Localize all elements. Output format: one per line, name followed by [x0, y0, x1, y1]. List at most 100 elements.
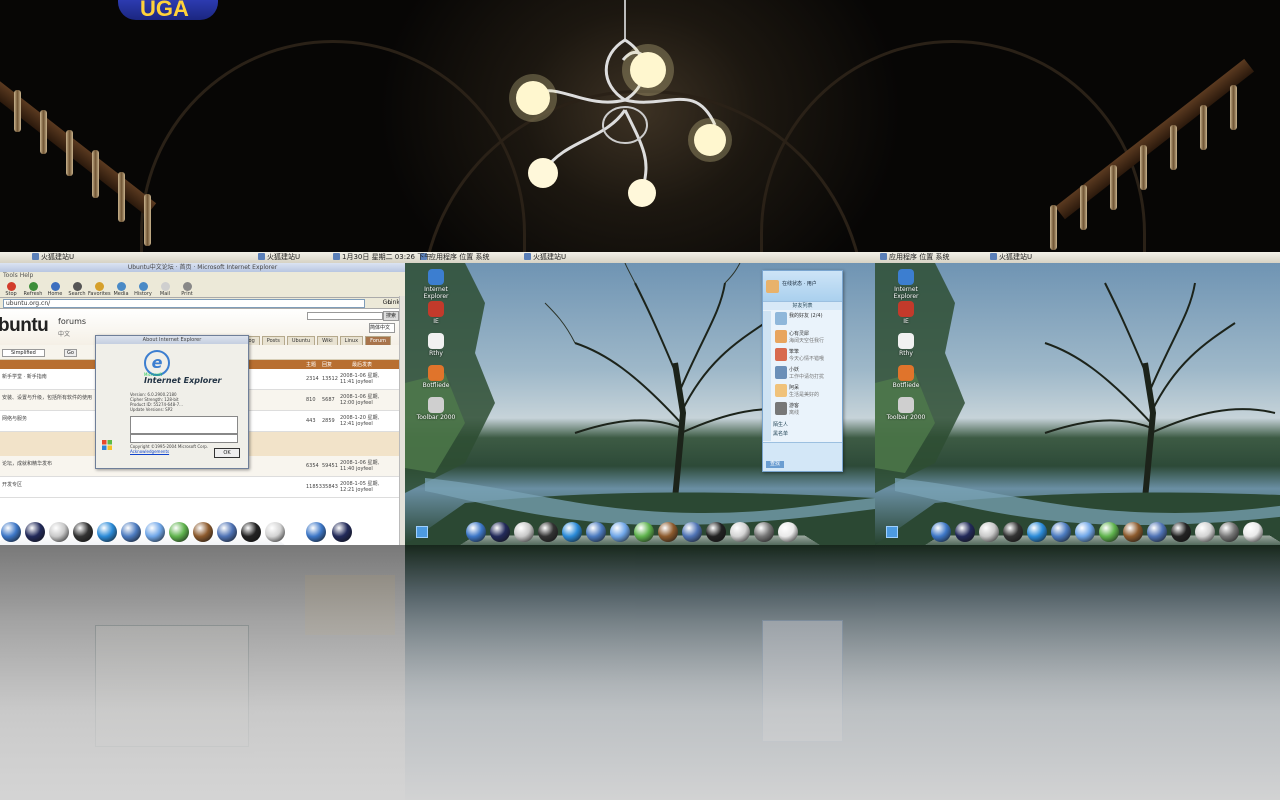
dock-app-icon[interactable]: [1123, 522, 1143, 542]
panel-task-6[interactable]: 1月30日 星期二 03:26 下午: [333, 253, 431, 262]
dock-app-icon[interactable]: [306, 522, 326, 542]
dock-app-icon[interactable]: [682, 522, 702, 542]
row-topic[interactable]: 论坛，成就和精华发布: [2, 460, 52, 467]
table-row[interactable]: 开发专区 11853 35843 2008-1-05 星期, 12:21 joyfee…: [0, 477, 405, 498]
dock-app-icon[interactable]: [979, 522, 999, 542]
toolbar-history-button[interactable]: History: [132, 282, 154, 297]
ws3-desktop-icon[interactable]: Toolbar 2000: [883, 397, 929, 421]
dock-app-icon[interactable]: [1027, 522, 1047, 542]
dock-app-icon[interactable]: [169, 522, 189, 542]
im-find-button[interactable]: 查找: [766, 461, 784, 468]
dock-app-icon[interactable]: [193, 522, 213, 542]
address-input[interactable]: ubuntu.org.cn/: [3, 299, 365, 308]
buddy-item[interactable]: 阿呆 生活是美好的: [773, 383, 839, 399]
dock-app-icon[interactable]: [562, 522, 582, 542]
toolbar-media-button[interactable]: Media: [110, 282, 132, 297]
im-tab[interactable]: 好友列表: [763, 301, 842, 310]
license-textbox-2[interactable]: [130, 434, 238, 443]
dock-app-icon[interactable]: [49, 522, 69, 542]
dock-app-icon[interactable]: [754, 522, 774, 542]
ubuntu-logo[interactable]: buntu: [0, 315, 49, 337]
group-strangers[interactable]: 陌生人: [773, 421, 788, 428]
toolbar-refresh-button[interactable]: Refresh: [22, 282, 44, 297]
panel-task-5[interactable]: 应用程序 位置 系统: [880, 253, 949, 262]
dock-app-icon[interactable]: [121, 522, 141, 542]
dock-app-icon[interactable]: [778, 522, 798, 542]
row-topic[interactable]: 网络与服务: [2, 415, 27, 422]
panel-task-0[interactable]: 火狐建站U: [32, 253, 74, 262]
buddy-item[interactable]: 游客 离线: [773, 401, 839, 417]
ws2-desktop-icon[interactable]: Botfliede: [413, 365, 459, 389]
dock-app-icon[interactable]: [265, 522, 285, 542]
buddy-item[interactable]: 小妖 工作中请勿打扰: [773, 365, 839, 381]
workspace-1[interactable]: Ubuntu中文论坛 · 首页 · Microsoft Internet Exp…: [0, 263, 405, 545]
workspace-3[interactable]: Internet Explorer IE Rthy Botfliede Toolbar …: [875, 263, 1280, 545]
acknowledgements-link[interactable]: Acknowledgements: [130, 449, 208, 454]
dock-app-icon[interactable]: [1219, 522, 1239, 542]
row-topic[interactable]: 安装、设置与升级，包括所有软件的使用: [2, 394, 92, 401]
dock-app-icon[interactable]: [538, 522, 558, 542]
ws2-desktop-icon[interactable]: Toolbar 2000: [413, 397, 459, 421]
dock-app-icon[interactable]: [1051, 522, 1071, 542]
dock-app-icon[interactable]: [490, 522, 510, 542]
dock-app-icon[interactable]: [1147, 522, 1167, 542]
dock-app-icon[interactable]: [73, 522, 93, 542]
dock-app-icon[interactable]: [514, 522, 534, 542]
toolbar-print-button[interactable]: Print: [176, 282, 198, 297]
toolbar-stop-button[interactable]: Stop: [0, 282, 22, 297]
dock-app-icon[interactable]: [145, 522, 165, 542]
ws3-desktop-icon[interactable]: Botfliede: [883, 365, 929, 389]
about-ie-dialog[interactable]: About Internet Explorer e Microsoft Inte…: [95, 335, 249, 469]
ok-button[interactable]: OK: [214, 448, 240, 458]
buddy-item[interactable]: 我的好友 (2/4): [773, 311, 839, 327]
account-name[interactable]: 在线状态 · 用户: [782, 280, 817, 287]
dock-app-icon[interactable]: [1171, 522, 1191, 542]
toolbar-home-button[interactable]: Home: [44, 282, 66, 297]
dock-app-icon[interactable]: [1003, 522, 1023, 542]
dock-app-icon[interactable]: [931, 522, 951, 542]
ws2-desktop-icon[interactable]: IE: [413, 301, 459, 325]
row-topic[interactable]: 新手学堂 · 新手指南: [2, 373, 47, 380]
dock-app-icon[interactable]: [658, 522, 678, 542]
dock-app-icon[interactable]: [730, 522, 750, 542]
toolbar-mail-button[interactable]: Mail: [154, 282, 176, 297]
toolbar-favorites-button[interactable]: Favorites: [88, 282, 111, 297]
forum-search-input[interactable]: [307, 312, 383, 320]
view-go-button[interactable]: Go: [64, 349, 77, 357]
dock-app-icon[interactable]: [1243, 522, 1263, 542]
dock-app-icon[interactable]: [586, 522, 606, 542]
browser-menu[interactable]: Tools Help: [0, 272, 405, 280]
license-textbox[interactable]: [130, 416, 238, 434]
view-select[interactable]: Simplified: [2, 349, 45, 357]
im-buddy-window[interactable]: 在线状态 · 用户 好友列表 我的好友 (2/4) 心有灵犀 海阔天空任我行 笨笨 今天…: [762, 270, 843, 472]
panel-task-1[interactable]: 火狐建站U: [258, 253, 300, 262]
dock-app-icon[interactable]: [610, 522, 630, 542]
show-desktop-button[interactable]: [886, 526, 898, 538]
dock-app-icon[interactable]: [241, 522, 261, 542]
dock-app-icon[interactable]: [97, 522, 117, 542]
buddy-item[interactable]: 心有灵犀 海阔天空任我行: [773, 329, 839, 345]
panel-task-2[interactable]: 火狐建站U: [524, 253, 566, 262]
group-blacklist[interactable]: 黑名单: [773, 430, 788, 437]
ws3-desktop-icon[interactable]: IE: [883, 301, 929, 325]
toolbar-search-button[interactable]: Search: [66, 282, 88, 297]
dock-app-icon[interactable]: [1, 522, 21, 542]
dock-app-icon[interactable]: [1075, 522, 1095, 542]
row-topic[interactable]: 开发专区: [2, 481, 22, 488]
dock-app-icon[interactable]: [25, 522, 45, 542]
dock-app-icon[interactable]: [955, 522, 975, 542]
forum-search-button[interactable]: 搜索: [383, 311, 399, 321]
buddy-item[interactable]: 笨笨 今天心情不错哦: [773, 347, 839, 363]
dock-app-icon[interactable]: [466, 522, 486, 542]
ws3-desktop-icon[interactable]: Rthy: [883, 333, 929, 357]
my-avatar[interactable]: [766, 280, 779, 293]
workspace-2[interactable]: Internet Explorer IE Rthy Botfliede Toolbar …: [405, 263, 875, 545]
show-desktop-button[interactable]: [416, 526, 428, 538]
dock-app-icon[interactable]: [332, 522, 352, 542]
dock-app-icon[interactable]: [1099, 522, 1119, 542]
ws3-desktop-icon[interactable]: Internet Explorer: [883, 269, 929, 300]
dock-app-icon[interactable]: [634, 522, 654, 542]
dock-app-icon[interactable]: [706, 522, 726, 542]
ws2-desktop-icon[interactable]: Rthy: [413, 333, 459, 357]
panel-task-3[interactable]: 火狐建站U: [990, 253, 1032, 262]
